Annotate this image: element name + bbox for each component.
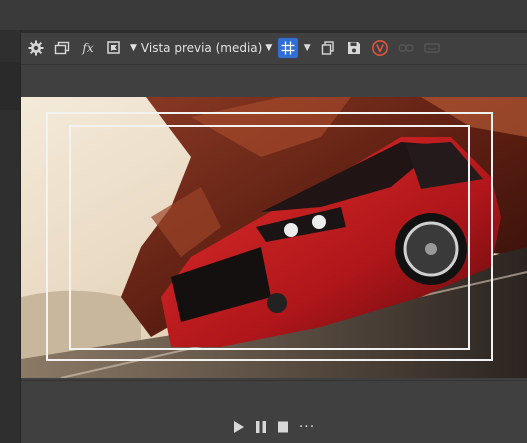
left-panel-band [0,62,20,110]
play-icon[interactable] [233,419,245,435]
preview-quality-label: Vista previa (media) [140,41,263,55]
editor-window: fx ▼ Vista previa (media) ▼ ▼ ··· [0,0,527,443]
gear-icon[interactable] [26,37,46,59]
chevron-down-icon: ▼ [265,43,273,53]
panel-top-border [21,30,527,33]
link-icon [396,37,416,59]
preview-panel: fx ▼ Vista previa (media) ▼ ▼ ··· [21,30,527,443]
toolbar-divider [21,64,527,65]
stop-icon[interactable] [277,419,289,435]
title-safe-guide [69,125,470,350]
preview-toolbar: fx ▼ Vista previa (media) ▼ ▼ [21,34,527,62]
keyboard-icon [422,37,442,59]
transport-controls: ··· [21,415,527,439]
viewport-bottom-divider [21,380,527,381]
preview-viewport[interactable] [21,97,527,378]
grid-icon [281,41,295,55]
flag-icon[interactable] [104,37,124,59]
preview-quality-dropdown[interactable]: ▼ Vista previa (media) ▼ [130,41,272,55]
grid-options-dropdown[interactable]: ▼ [302,37,312,59]
top-panel-strip [0,0,527,30]
left-panel-edge [0,30,21,443]
dropdown-caret-icon: ▼ [130,43,137,53]
copy-icon[interactable] [318,37,338,59]
duplicate-window-icon[interactable] [52,37,72,59]
fx-icon[interactable]: fx [78,37,98,59]
pause-icon[interactable] [255,419,267,435]
grid-toggle-button[interactable] [278,38,299,58]
save-icon[interactable] [344,37,364,59]
v-badge-icon[interactable] [370,37,390,59]
more-options-button[interactable]: ··· [299,419,315,435]
